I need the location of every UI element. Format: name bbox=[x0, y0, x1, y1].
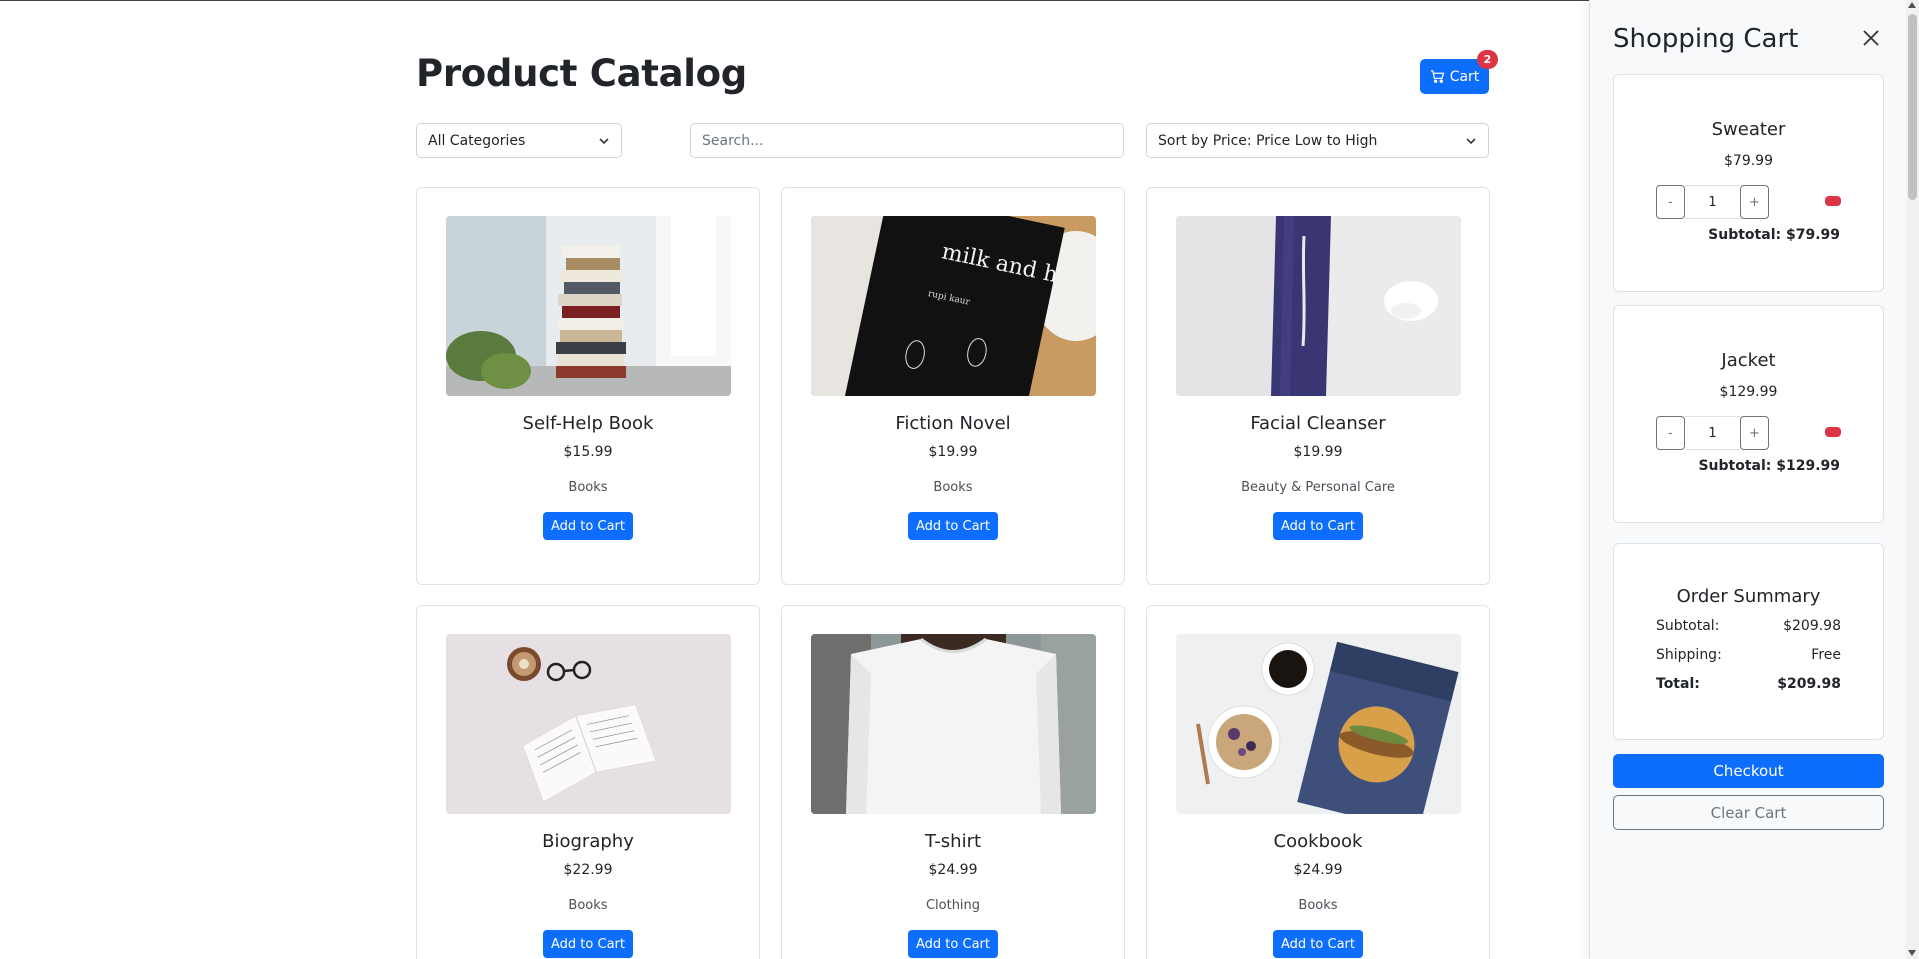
chevron-down-icon bbox=[1466, 137, 1476, 144]
clear-cart-button[interactable]: Clear Cart bbox=[1613, 795, 1884, 830]
product-category: Books bbox=[1298, 898, 1338, 913]
sort-select-value: Sort by Price: Price Low to High bbox=[1158, 132, 1378, 149]
order-summary-title: Order Summary bbox=[1676, 586, 1821, 607]
cart-title: Shopping Cart bbox=[1613, 24, 1799, 54]
product-price: $24.99 bbox=[928, 862, 978, 878]
cart-item-subtotal: Subtotal: $129.99 bbox=[1698, 458, 1840, 474]
page-title: Product Catalog bbox=[416, 52, 747, 95]
product-price: $22.99 bbox=[563, 862, 613, 878]
product-image-cookbook bbox=[1176, 634, 1461, 814]
close-icon[interactable] bbox=[1861, 28, 1881, 48]
summary-shipping-value: Free bbox=[1811, 647, 1841, 663]
remove-item-button[interactable] bbox=[1825, 427, 1841, 437]
increase-quantity-button[interactable]: + bbox=[1740, 185, 1769, 219]
product-category: Clothing bbox=[925, 898, 981, 913]
search-input[interactable] bbox=[690, 123, 1124, 158]
summary-shipping-row: Shipping: Free bbox=[1656, 647, 1841, 663]
product-image-book-stack bbox=[446, 216, 731, 396]
product-price: $19.99 bbox=[1293, 444, 1343, 460]
summary-total-row: Total: $209.98 bbox=[1656, 676, 1841, 692]
cart-button-label: Cart bbox=[1449, 68, 1480, 85]
scroll-down-arrow-icon[interactable] bbox=[1908, 950, 1916, 956]
cart-item-name: Sweater bbox=[1711, 119, 1786, 140]
product-category: Books bbox=[933, 480, 973, 495]
summary-total-value: $209.98 bbox=[1777, 676, 1841, 692]
cart-count-badge: 2 bbox=[1477, 50, 1498, 69]
product-card: T-shirt $24.99 Clothing Add to Cart bbox=[781, 605, 1125, 959]
decrease-quantity-button[interactable]: - bbox=[1656, 416, 1685, 450]
product-card: Facial Cleanser $19.99 Beauty & Personal… bbox=[1146, 187, 1490, 585]
summary-shipping-label: Shipping: bbox=[1656, 647, 1722, 663]
decrease-quantity-button[interactable]: - bbox=[1656, 185, 1685, 219]
cart-item-price: $129.99 bbox=[1719, 384, 1778, 400]
product-name: Biography bbox=[542, 831, 634, 852]
checkout-button[interactable]: Checkout bbox=[1613, 754, 1884, 788]
product-category: Beauty & Personal Care bbox=[1241, 480, 1395, 495]
cart-item-name: Jacket bbox=[1721, 350, 1776, 371]
product-category: Books bbox=[568, 898, 608, 913]
add-to-cart-button[interactable]: Add to Cart bbox=[908, 930, 998, 958]
category-select[interactable]: All Categories bbox=[416, 123, 622, 158]
product-card: Biography $22.99 Books Add to Cart bbox=[416, 605, 760, 959]
product-image-biography bbox=[446, 634, 731, 814]
product-name: Self-Help Book bbox=[522, 413, 654, 434]
summary-subtotal-value: $209.98 bbox=[1783, 618, 1841, 634]
cart-icon bbox=[1430, 70, 1444, 83]
add-to-cart-button[interactable]: Add to Cart bbox=[543, 512, 633, 540]
remove-item-button[interactable] bbox=[1825, 196, 1841, 206]
product-price: $19.99 bbox=[928, 444, 978, 460]
catalog-main: Product Catalog Cart 2 All Categories So… bbox=[416, 0, 1498, 959]
cart-item: Sweater $79.99 - 1 + Subtotal: $79.99 bbox=[1613, 74, 1884, 292]
product-card: Self-Help Book $15.99 Books Add to Cart bbox=[416, 187, 760, 585]
summary-subtotal-label: Subtotal: bbox=[1656, 618, 1720, 634]
add-to-cart-button[interactable]: Add to Cart bbox=[543, 930, 633, 958]
quantity-value[interactable]: 1 bbox=[1685, 416, 1740, 450]
sort-select[interactable]: Sort by Price: Price Low to High bbox=[1146, 123, 1489, 158]
product-card: Cookbook $24.99 Books Add to Cart bbox=[1146, 605, 1490, 959]
cart-item-price: $79.99 bbox=[1724, 153, 1773, 169]
order-summary: Order Summary Subtotal: $209.98 Shipping… bbox=[1613, 543, 1884, 740]
page-scrollbar[interactable] bbox=[1906, 0, 1919, 959]
chevron-down-icon bbox=[599, 137, 609, 144]
product-image-facial-cleanser bbox=[1176, 216, 1461, 396]
add-to-cart-button[interactable]: Add to Cart bbox=[1273, 512, 1363, 540]
product-price: $24.99 bbox=[1293, 862, 1343, 878]
add-to-cart-button[interactable]: Add to Cart bbox=[1273, 930, 1363, 958]
shopping-cart-sidebar: Shopping Cart Sweater $79.99 - 1 + Subto… bbox=[1589, 0, 1919, 959]
summary-subtotal-row: Subtotal: $209.98 bbox=[1656, 618, 1841, 634]
product-card: milk and honey rupi kaur Fiction Novel $… bbox=[781, 187, 1125, 585]
scroll-up-arrow-icon[interactable] bbox=[1908, 2, 1916, 8]
quantity-value[interactable]: 1 bbox=[1685, 185, 1740, 219]
product-image-tshirt bbox=[811, 634, 1096, 814]
scrollbar-thumb[interactable] bbox=[1908, 14, 1917, 200]
product-name: Cookbook bbox=[1273, 831, 1363, 852]
increase-quantity-button[interactable]: + bbox=[1740, 416, 1769, 450]
cart-item: Jacket $129.99 - 1 + Subtotal: $129.99 bbox=[1613, 305, 1884, 523]
product-name: T-shirt bbox=[924, 831, 982, 852]
product-image-fiction-novel: milk and honey rupi kaur bbox=[811, 216, 1096, 396]
cart-item-subtotal: Subtotal: $79.99 bbox=[1708, 227, 1840, 243]
summary-total-label: Total: bbox=[1656, 676, 1700, 692]
product-category: Books bbox=[568, 480, 608, 495]
category-select-value: All Categories bbox=[428, 132, 526, 149]
add-to-cart-button[interactable]: Add to Cart bbox=[908, 512, 998, 540]
product-name: Facial Cleanser bbox=[1250, 413, 1386, 434]
product-price: $15.99 bbox=[563, 444, 613, 460]
product-name: Fiction Novel bbox=[895, 413, 1011, 434]
